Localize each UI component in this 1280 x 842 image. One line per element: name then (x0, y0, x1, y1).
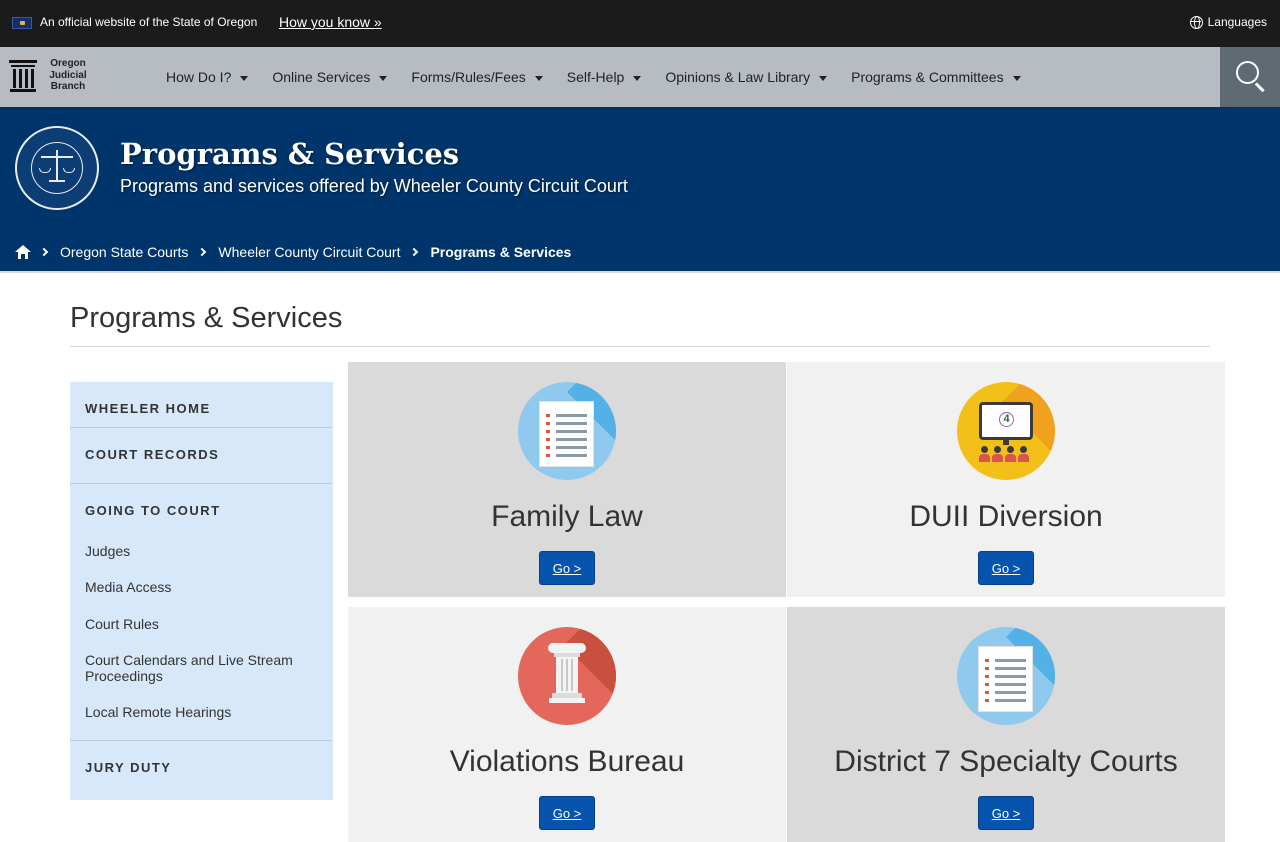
sidebar-link-judges[interactable]: Judges (85, 543, 325, 559)
nav-item-programs-committees[interactable]: Programs & Committees (851, 69, 1021, 85)
screen-audience-icon: 4 (957, 382, 1055, 480)
sidebar-link-court-calendars[interactable]: Court Calendars and Live Stream Proceedi… (85, 652, 325, 684)
sidebar-divider (70, 740, 333, 741)
nav-item-forms-rules-fees[interactable]: Forms/Rules/Fees (411, 69, 543, 85)
caret-down-icon (534, 75, 543, 81)
sidebar-item-court-records[interactable]: COURT RECORDS (85, 447, 219, 462)
official-banner: An official website of the State of Oreg… (0, 0, 1280, 47)
sidebar-link-local-remote-hearings[interactable]: Local Remote Hearings (85, 704, 325, 720)
chevron-right-icon (198, 247, 207, 257)
judicial-seal-icon (15, 126, 99, 210)
search-icon (1236, 61, 1259, 84)
program-card-duii-diversion: 4 DUII Diversion Go > (787, 362, 1225, 597)
official-website-text: An official website of the State of Oreg… (40, 15, 258, 29)
breadcrumb-wheeler-county[interactable]: Wheeler County Circuit Court (218, 244, 400, 260)
card-title: DUII Diversion (909, 500, 1103, 533)
title-divider (70, 346, 1210, 347)
languages-label: Languages (1207, 15, 1267, 29)
globe-icon (1189, 15, 1203, 29)
search-button[interactable] (1220, 47, 1280, 107)
sidebar-link-media-access[interactable]: Media Access (85, 579, 325, 595)
home-icon[interactable] (15, 245, 31, 259)
hero-subtitle: Programs and services offered by Wheeler… (120, 176, 628, 196)
courthouse-column-icon (9, 58, 37, 92)
breadcrumb: Oregon State Courts Wheeler County Circu… (15, 243, 571, 261)
sidebar-item-going-to-court[interactable]: GOING TO COURT (85, 503, 221, 518)
chevron-right-icon (410, 247, 419, 257)
sidebar-link-court-rules[interactable]: Court Rules (85, 616, 325, 632)
nav-item-online-services[interactable]: Online Services (272, 69, 388, 85)
card-title: District 7 Specialty Courts (834, 745, 1178, 778)
district-7-go-button[interactable]: Go > (978, 796, 1034, 830)
family-law-go-button[interactable]: Go > (539, 551, 595, 585)
program-card-violations-bureau: Violations Bureau Go > (348, 607, 786, 842)
how-you-know-link[interactable]: How you know » (279, 14, 382, 30)
nav-item-self-help[interactable]: Self-Help (567, 69, 642, 85)
document-list-icon (518, 382, 616, 480)
ojb-logo[interactable]: Oregon Judicial Branch (9, 58, 93, 94)
caret-down-icon (819, 75, 828, 81)
card-title: Violations Bureau (449, 745, 685, 778)
program-card-district-7-specialty-courts: District 7 Specialty Courts Go > (787, 607, 1225, 842)
breadcrumb-oregon-state-courts[interactable]: Oregon State Courts (60, 244, 188, 260)
hero-title: Programs & Services (120, 137, 460, 171)
chevron-right-icon (39, 247, 49, 257)
duii-diversion-go-button[interactable]: Go > (978, 551, 1034, 585)
sidebar-divider (70, 483, 333, 484)
caret-down-icon (633, 75, 642, 81)
document-list-icon (957, 627, 1055, 725)
page-title: Programs & Services (70, 302, 343, 334)
caret-down-icon (240, 75, 249, 81)
sidebar-item-jury-duty[interactable]: JURY DUTY (85, 760, 171, 775)
oregon-flag-icon (12, 17, 32, 29)
sidebar-item-wheeler-home[interactable]: WHEELER HOME (85, 401, 211, 416)
sidebar-nav: WHEELER HOME COURT RECORDS GOING TO COUR… (70, 382, 333, 800)
languages-button[interactable]: Languages (1189, 15, 1267, 29)
sidebar-divider (70, 427, 333, 428)
logo-text: Oregon Judicial Branch (49, 58, 87, 92)
caret-down-icon (1012, 75, 1021, 81)
violations-bureau-go-button[interactable]: Go > (539, 796, 595, 830)
program-card-family-law: Family Law Go > (348, 362, 786, 597)
card-title: Family Law (491, 500, 643, 533)
caret-down-icon (379, 75, 388, 81)
breadcrumb-current: Programs & Services (430, 244, 572, 260)
column-pillar-icon (518, 627, 616, 725)
nav-item-opinions-law-library[interactable]: Opinions & Law Library (665, 69, 828, 85)
nav-menu: How Do I? Online Services Forms/Rules/Fe… (166, 47, 1045, 107)
nav-item-how-do-i[interactable]: How Do I? (166, 69, 249, 85)
